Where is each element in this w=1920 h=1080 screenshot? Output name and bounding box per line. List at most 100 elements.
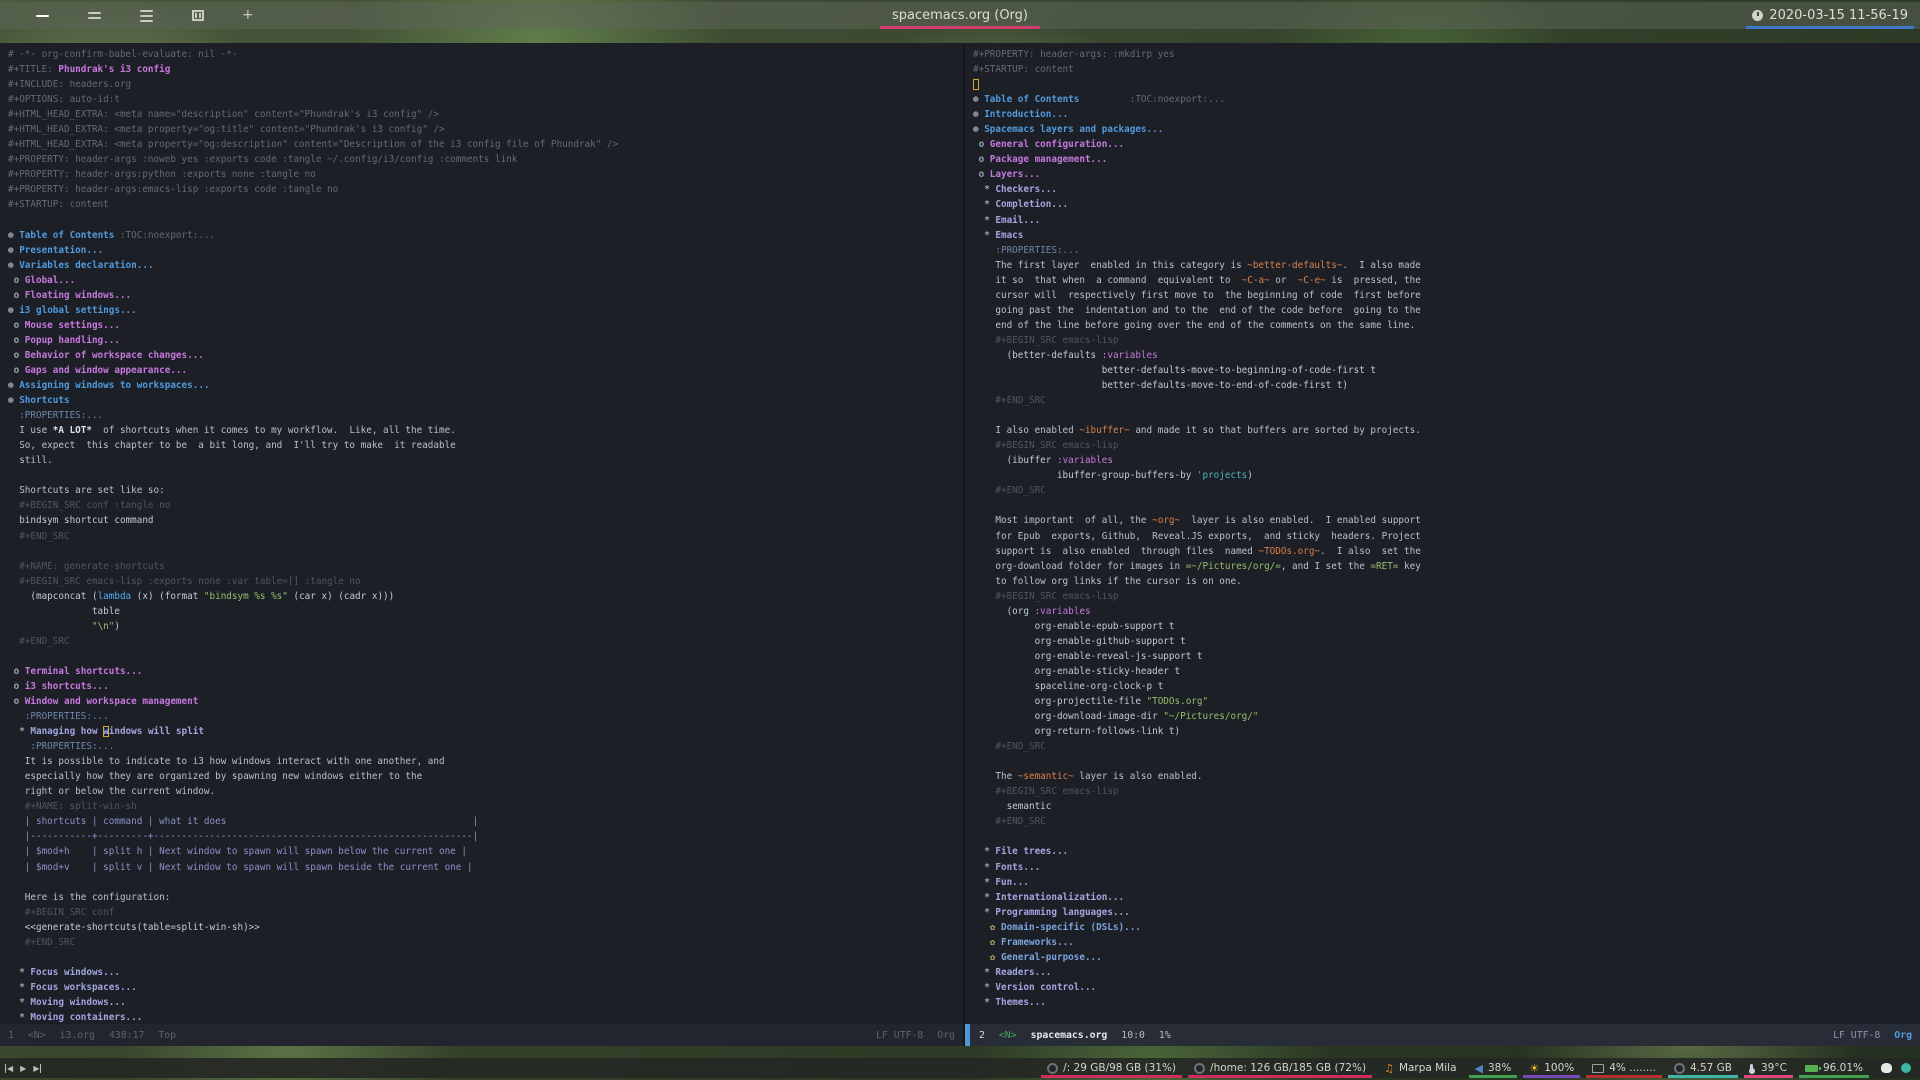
media-play-icon[interactable]: ▶ xyxy=(20,1064,26,1073)
buffer-line: ⊛ Table of Contents :TOC:noexport:... xyxy=(8,229,216,241)
status-underline xyxy=(1744,1075,1793,1078)
buffer-line: end of the line before going over the en… xyxy=(973,319,1416,331)
buffer-line: #+BEGIN_SRC emacs-lisp xyxy=(973,440,1119,452)
major-mode: Org xyxy=(937,1029,955,1041)
buffer-line: :PROPERTIES:... xyxy=(8,410,104,422)
buffer-line: :PROPERTIES:... xyxy=(8,711,109,723)
memory-icon xyxy=(1673,1062,1685,1074)
disk-root-status[interactable]: /: 29 GB/98 GB (31%) xyxy=(1038,1058,1185,1078)
buffer-line: cursor will respectively first move to t… xyxy=(973,289,1421,301)
buffer-line: org-enable-sticky-header t xyxy=(973,665,1181,677)
active-window-accent xyxy=(965,1024,970,1046)
brightness-status[interactable]: ☀ 100% xyxy=(1520,1058,1583,1078)
workspace-3[interactable] xyxy=(138,2,154,29)
buffer-line: * Email... xyxy=(973,214,1041,226)
buffer-line: #+OPTIONS: auto-id:t xyxy=(8,94,120,106)
disk-home-status[interactable]: /home: 126 GB/185 GB (72%) xyxy=(1185,1058,1375,1078)
temperature-icon xyxy=(1748,1064,1755,1074)
media-prev-icon[interactable]: ◀ xyxy=(5,1063,13,1073)
workspace-4[interactable] xyxy=(190,2,206,29)
buffer-line: it so that when a command equivalent to … xyxy=(973,274,1421,286)
buffer-line: The ~semantic~ layer is also enabled. xyxy=(973,771,1203,783)
brightness-icon: ☀ xyxy=(1529,1061,1540,1075)
workspace-glyph-bar xyxy=(139,19,153,22)
status-underline xyxy=(1667,1075,1738,1078)
workspace-1[interactable] xyxy=(34,2,50,29)
buffer-line: going past the indentation and to the en… xyxy=(973,304,1421,316)
buffer-line: #+BEGIN_SRC conf xyxy=(8,906,115,918)
buffer-line: o Behavior of workspace changes... xyxy=(8,349,204,361)
buffer-line: org-enable-reveal-js-support t xyxy=(973,650,1203,662)
buffer-line: especially how they are organized by spa… xyxy=(8,771,423,783)
buffer-line: (mapconcat (lambda (x) (format "bindsym … xyxy=(8,590,395,602)
memory-status[interactable]: 4.57 GB xyxy=(1665,1058,1741,1078)
buffer-line: #+PROPERTY: header-args :noweb yes :expo… xyxy=(8,154,518,166)
clock-text: 2020-03-15 11-56-19 xyxy=(1769,8,1908,23)
buffer-line: #+STARTUP: content xyxy=(8,199,109,211)
buffer-line: So, expect this chapter to be a bit long… xyxy=(8,440,456,452)
evil-state-indicator: <N> xyxy=(27,1029,46,1041)
buffer-line: bindsym shortcut command xyxy=(8,515,154,527)
music-status[interactable]: ♫ Marpa Mila xyxy=(1375,1058,1465,1078)
buffer-line: still. xyxy=(8,455,53,467)
buffer-line: #+BEGIN_SRC emacs-lisp xyxy=(973,590,1119,602)
modeline-i3: 1 <N> i3.org 438:17 Top LF UTF-8 Org xyxy=(0,1024,963,1046)
buffer-line: #+END_SRC xyxy=(8,936,76,948)
system-tray xyxy=(1881,1063,1911,1073)
volume-status[interactable]: ◀ 38% xyxy=(1466,1058,1521,1078)
buffer-line: #+PROPERTY: header-args:emacs-lisp :expo… xyxy=(8,184,339,196)
new-workspace-button[interactable]: + xyxy=(242,2,254,29)
clock[interactable]: 2020-03-15 11-56-19 xyxy=(1746,2,1914,29)
buffer-line xyxy=(8,875,963,890)
buffer-line xyxy=(8,950,963,965)
hdd-icon xyxy=(1047,1062,1059,1074)
buffer-line: org-download-image-dir "~/Pictures/org/" xyxy=(973,711,1259,723)
scroll-position: Top xyxy=(158,1029,177,1041)
buffer-line: # -*- org-confirm-babel-evaluate: nil -*… xyxy=(8,49,238,60)
buffer-line: #+END_SRC xyxy=(973,816,1046,828)
buffer-line: * Readers... xyxy=(973,966,1052,978)
buffer-line: right or below the current window. xyxy=(8,786,216,798)
status-label: 100% xyxy=(1544,1062,1575,1074)
buffer-line: #+END_SRC xyxy=(8,635,70,647)
buffer-i3-org[interactable]: # -*- org-confirm-babel-evaluate: nil -*… xyxy=(0,43,963,1024)
discord-icon[interactable] xyxy=(1881,1063,1892,1073)
wifi-icon[interactable] xyxy=(1901,1063,1911,1073)
workspace-2[interactable] xyxy=(86,2,102,29)
buffer-spacemacs-org[interactable]: #+PROPERTY: header-args: :mkdirp yes #+ST… xyxy=(965,43,1920,1024)
buffer-line: * Fun... xyxy=(973,876,1029,888)
buffer-line: * Emacs xyxy=(973,229,1024,241)
status-underline xyxy=(1798,1075,1869,1078)
window-number: 2 xyxy=(979,1029,985,1041)
buffer-line: org-enable-epub-support t xyxy=(973,620,1175,632)
temperature-status[interactable]: 39°C xyxy=(1741,1058,1796,1078)
buffer-line: #+HTML_HEAD_EXTRA: <meta property="og:ti… xyxy=(8,124,445,136)
buffer-line: #+BEGIN_SRC emacs-lisp xyxy=(973,334,1119,346)
buffer-line: * Focus workspaces... xyxy=(8,981,137,993)
battery-status[interactable]: 96.01% xyxy=(1796,1058,1872,1078)
emacs-window-i3: # -*- org-confirm-babel-evaluate: nil -*… xyxy=(0,43,963,1046)
media-next-icon[interactable]: ▶ xyxy=(33,1063,42,1073)
status-underline xyxy=(1586,1075,1662,1078)
status-underline xyxy=(1523,1075,1581,1078)
workspace-glyph-bar xyxy=(139,14,153,17)
scroll-position: 1% xyxy=(1158,1029,1171,1041)
buffer-line: spaceline-org-clock-p t xyxy=(973,680,1164,692)
status-underline xyxy=(1188,1075,1373,1078)
buffer-line xyxy=(973,408,1920,423)
buffer-line: support is also enabled through files na… xyxy=(973,545,1421,557)
buffer-line: #+PROPERTY: header-args: :mkdirp yes xyxy=(973,49,1175,60)
buffer-line: (org :variables xyxy=(973,605,1091,617)
buffer-line: #+BEGIN_SRC emacs-lisp :exports none :va… xyxy=(8,575,361,587)
buffer-line: o Package management... xyxy=(973,154,1108,166)
buffer-line: o Window and workspace management xyxy=(8,696,199,708)
window-number: 1 xyxy=(8,1029,14,1041)
status-label: 38% xyxy=(1487,1062,1512,1074)
workspace-switcher: + xyxy=(34,2,254,29)
cpu-status[interactable]: 4% ........ xyxy=(1583,1058,1665,1078)
workspace-glyph-bar xyxy=(87,17,101,19)
buffer-line: ⊛ Assigning windows to workspaces... xyxy=(8,380,210,392)
buffer-line: (better-defaults :variables xyxy=(973,349,1158,361)
buffer-line xyxy=(973,754,1920,769)
workspace-glyph-bar xyxy=(139,9,153,12)
